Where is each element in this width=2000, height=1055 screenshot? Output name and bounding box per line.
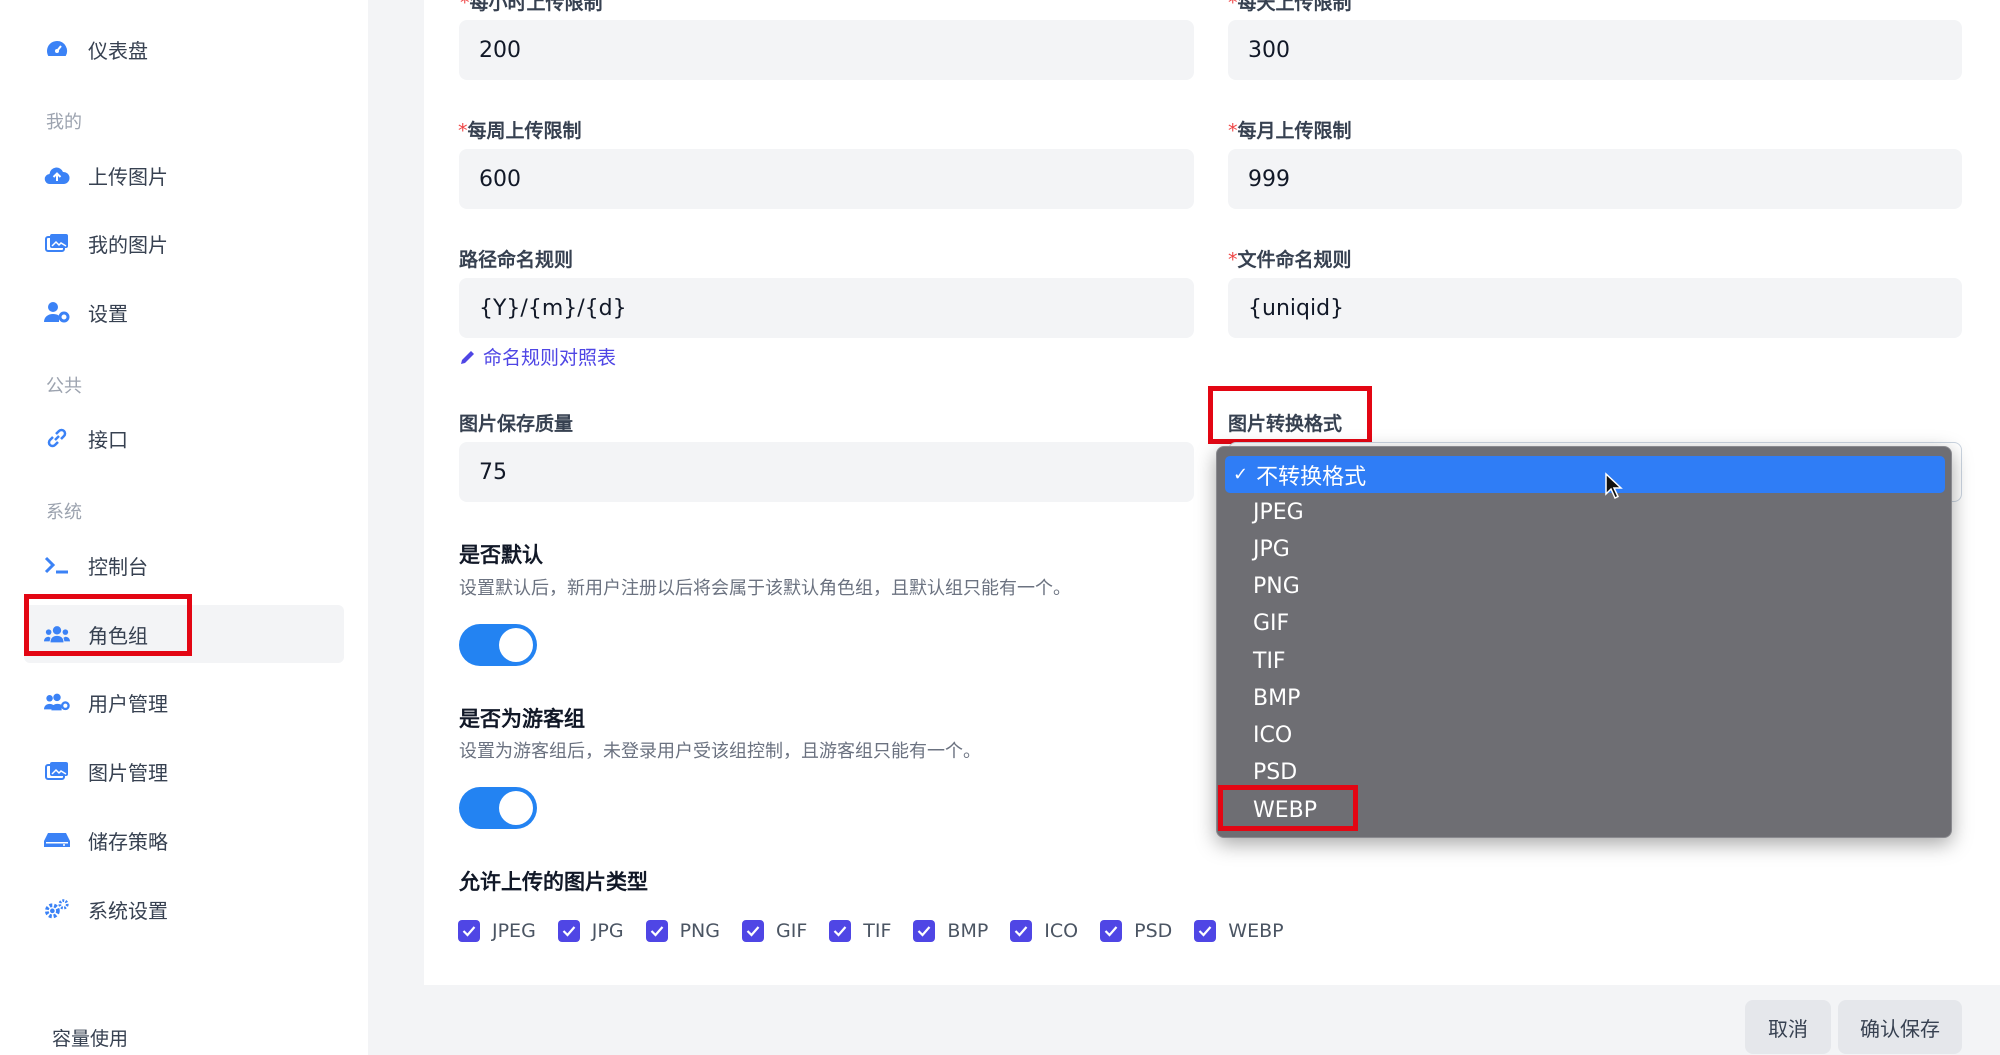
guest-toggle[interactable] <box>459 787 537 829</box>
monthly-limit-input[interactable]: 999 <box>1228 149 1962 209</box>
section-public: 公共 <box>46 376 82 397</box>
checkbox-jpeg[interactable]: JPEG <box>458 920 536 942</box>
checkbox-png[interactable]: PNG <box>645 920 720 942</box>
dropdown-option-webp[interactable]: WEBP <box>1253 792 1317 829</box>
cloud-upload-icon <box>44 162 70 188</box>
dropdown-option[interactable]: TIF <box>1253 643 1286 680</box>
dropdown-option[interactable]: PSD <box>1253 754 1297 791</box>
toggle-knob <box>499 628 533 662</box>
sidebar-item-label: 图片管理 <box>88 760 168 785</box>
checkbox-tif[interactable]: TIF <box>829 920 891 942</box>
sidebar-item-user-management[interactable]: 用户管理 <box>24 673 344 731</box>
allowed-types-checkboxes: JPEG JPG PNG GIF TIF BMP ICO PSD WEBP <box>458 920 1306 942</box>
sidebar-item-label: 用户管理 <box>88 691 168 716</box>
checkbox-webp[interactable]: WEBP <box>1194 920 1284 942</box>
mouse-cursor-icon <box>1605 472 1623 500</box>
sidebar-item-label: 接口 <box>88 427 128 452</box>
check-icon <box>742 920 764 942</box>
storage-usage-label: 容量使用 <box>52 1028 129 1050</box>
sidebar-item-label: 仪表盘 <box>88 38 148 63</box>
sidebar-item-label: 角色组 <box>88 623 148 648</box>
sidebar-item-label: 控制台 <box>88 554 148 579</box>
check-icon <box>645 920 668 942</box>
sidebar-item-my-images[interactable]: 我的图片 <box>24 214 344 272</box>
hourly-limit-input[interactable]: 200 <box>459 20 1194 80</box>
weekly-limit-input[interactable]: 600 <box>459 149 1194 209</box>
check-icon <box>557 920 580 942</box>
convert-format-dropdown: ✓ 不转换格式 JPEG JPG PNG GIF TIF BMP ICO PSD… <box>1216 446 1952 838</box>
default-toggle[interactable] <box>459 624 537 666</box>
daily-limit-label: *每天上传限制 <box>1228 0 1352 14</box>
sidebar-item-label: 设置 <box>88 301 128 326</box>
checkbox-bmp[interactable]: BMP <box>913 920 988 942</box>
terminal-icon <box>44 552 70 578</box>
allowed-types-heading: 允许上传的图片类型 <box>459 870 648 894</box>
dropdown-option[interactable]: JPG <box>1253 531 1290 568</box>
sidebar-item-console[interactable]: 控制台 <box>24 536 344 594</box>
hourly-limit-label: *每小时上传限制 <box>460 0 603 14</box>
sidebar: 仪表盘 我的 上传图片 我的图片 设置 公共 接口 系统 控制台 角色组 用户管… <box>0 0 368 1055</box>
check-icon <box>1194 920 1217 942</box>
checkmark-icon: ✓ <box>1233 464 1249 485</box>
checkbox-psd[interactable]: PSD <box>1100 920 1172 942</box>
sidebar-item-label: 系统设置 <box>88 898 168 923</box>
daily-limit-input[interactable]: 300 <box>1228 20 1962 80</box>
guest-description: 设置为游客组后，未登录用户受该组控制，且游客组只能有一个。 <box>459 741 981 762</box>
naming-rules-link[interactable]: 命名规则对照表 <box>459 343 616 370</box>
pencil-icon <box>461 350 474 364</box>
section-system: 系统 <box>46 502 82 523</box>
check-icon <box>1100 920 1123 942</box>
sidebar-item-settings[interactable]: 设置 <box>24 283 344 341</box>
gears-icon <box>44 896 70 922</box>
dropdown-option[interactable]: GIF <box>1253 605 1289 642</box>
quality-input[interactable]: 75 <box>459 442 1194 502</box>
users-gear-icon <box>44 689 70 715</box>
sidebar-item-storage-strategy[interactable]: 储存策略 <box>24 811 344 869</box>
section-mine: 我的 <box>46 112 82 133</box>
file-rule-label: *文件命名规则 <box>1228 249 1352 271</box>
check-icon <box>1010 920 1033 942</box>
weekly-limit-label: *每周上传限制 <box>458 120 582 142</box>
hdd-icon <box>44 827 70 853</box>
dropdown-option-no-convert[interactable]: ✓ 不转换格式 <box>1225 456 1945 493</box>
toggle-knob <box>499 791 533 825</box>
dropdown-option[interactable]: ICO <box>1253 717 1292 754</box>
user-gear-icon <box>44 299 70 325</box>
sidebar-item-system-settings[interactable]: 系统设置 <box>24 880 344 938</box>
checkbox-gif[interactable]: GIF <box>742 920 807 942</box>
sidebar-item-role-group[interactable]: 角色组 <box>24 605 344 663</box>
images-icon <box>44 758 70 784</box>
save-button[interactable]: 确认保存 <box>1838 1000 1962 1054</box>
check-icon <box>458 920 480 942</box>
default-description: 设置默认后，新用户注册以后将会属于该默认角色组，且默认组只能有一个。 <box>459 578 1071 599</box>
default-heading: 是否默认 <box>459 543 543 567</box>
sidebar-item-label: 储存策略 <box>88 829 168 854</box>
path-rule-label: 路径命名规则 <box>459 249 574 271</box>
path-rule-input[interactable]: {Y}/{m}/{d} <box>459 278 1194 338</box>
link-icon <box>44 425 70 451</box>
sidebar-item-dashboard[interactable]: 仪表盘 <box>24 20 344 78</box>
users-icon <box>44 621 70 647</box>
dashboard-icon <box>44 36 70 62</box>
sidebar-item-label: 我的图片 <box>88 232 168 257</box>
dropdown-option[interactable]: BMP <box>1253 680 1300 717</box>
sidebar-item-upload[interactable]: 上传图片 <box>24 146 344 204</box>
images-icon <box>44 230 70 256</box>
file-rule-input[interactable]: {uniqid} <box>1228 278 1962 338</box>
dropdown-option[interactable]: JPEG <box>1253 494 1304 531</box>
dropdown-option[interactable]: PNG <box>1253 568 1300 605</box>
sidebar-item-label: 上传图片 <box>88 164 168 189</box>
guest-heading: 是否为游客组 <box>459 707 585 731</box>
cancel-button[interactable]: 取消 <box>1745 1000 1831 1054</box>
sidebar-item-api[interactable]: 接口 <box>24 409 344 467</box>
quality-label: 图片保存质量 <box>459 413 574 435</box>
sidebar-item-image-management[interactable]: 图片管理 <box>24 742 344 800</box>
convert-format-label: 图片转换格式 <box>1228 413 1343 435</box>
monthly-limit-label: *每月上传限制 <box>1228 120 1352 142</box>
check-icon <box>913 920 936 942</box>
checkbox-ico[interactable]: ICO <box>1010 920 1078 942</box>
checkbox-jpg[interactable]: JPG <box>557 920 624 942</box>
check-icon <box>829 920 852 942</box>
